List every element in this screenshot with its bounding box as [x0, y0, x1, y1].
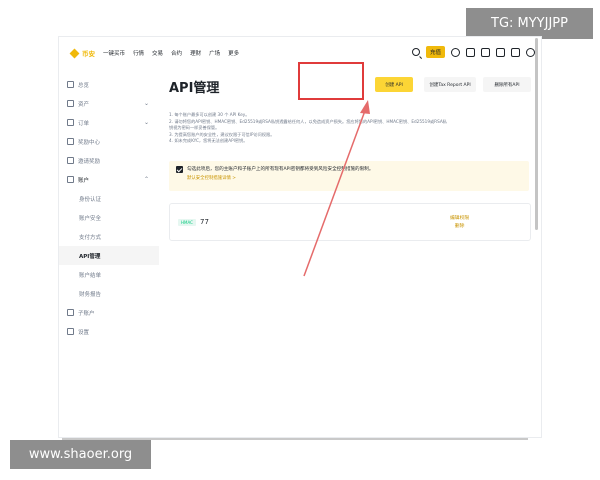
invite-icon [67, 157, 74, 164]
sidebar-item-assets[interactable]: 资产 ⌄ [59, 94, 159, 113]
nav-trade[interactable]: 交易 [152, 49, 163, 57]
api-type-badge: HMAC [178, 219, 196, 226]
sidebar-item-referral[interactable]: 邀请奖励 [59, 151, 159, 170]
tg-watermark: TG: MYYJJPP [466, 8, 593, 39]
brand-name: 币安 [82, 50, 95, 58]
note-line: 4. 如未完成KYC，您将无法创建API密钥。 [169, 138, 248, 143]
sidebar-item-statements[interactable]: 账户结单 [59, 265, 159, 284]
alert-text: 勾选此项后，您的主账户和子账户上的所有现有API密钥都将受到风险安全控制措施的限… [187, 167, 374, 172]
scrollbar[interactable] [535, 38, 538, 230]
sidebar-item-overview[interactable]: 总览 [59, 75, 159, 94]
api-key-card: HMAC 77 编辑权限 删除 [169, 203, 531, 241]
profile-icon[interactable] [451, 47, 460, 57]
sidebar-item-subaccount[interactable]: 子账户 [59, 303, 159, 322]
download-icon[interactable] [496, 47, 505, 57]
sidebar-item-settings[interactable]: 设置 [59, 322, 159, 341]
chevron-down-icon: ⌄ [143, 100, 149, 107]
security-details-link[interactable]: 默认安全控制措施详情 > [187, 175, 236, 181]
chevron-up-icon: ⌃ [143, 176, 149, 183]
sidebar-item-payment[interactable]: 支付方式 [59, 227, 159, 246]
sidebar-item-account[interactable]: 账户 ⌃ [59, 170, 159, 189]
home-icon [67, 81, 74, 88]
subaccount-icon [67, 309, 74, 316]
sidebar-item-api-management[interactable]: API管理 [59, 246, 159, 265]
header-tools: 充值 [411, 46, 535, 58]
settings-icon [67, 328, 74, 335]
nav-square[interactable]: 广场 [209, 49, 220, 57]
sidebar-item-rewards[interactable]: 奖励中心 [59, 132, 159, 151]
nav-futures[interactable]: 合约 [171, 49, 182, 57]
nav-earn[interactable]: 理财 [190, 49, 201, 57]
api-notes: 1. 每个账户最多可以创建 30 个 API Key。 2. 请勿将您的API密… [169, 112, 539, 145]
sidebar-item-orders[interactable]: 订单 ⌄ [59, 113, 159, 132]
reward-icon [67, 138, 74, 145]
site-watermark: www.shaoer.org [10, 440, 151, 469]
sidebar-item-identity[interactable]: 身份认证 [59, 189, 159, 208]
delete-all-api-button[interactable]: 删除所有API [483, 77, 531, 92]
wallet-icon [67, 100, 74, 107]
theme-toggle-icon[interactable] [526, 47, 535, 57]
page-title: API管理 [169, 81, 220, 96]
sidebar: 总览 资产 ⌄ 订单 ⌄ 奖励中心 邀请奖励 账户 ⌃ 身份认证 账户安全 支付方式 … [59, 75, 159, 341]
notification-icon[interactable] [481, 47, 490, 57]
create-tax-report-api-button[interactable]: 创建Tax Report API [424, 77, 476, 92]
horizontal-scrollbar[interactable] [62, 438, 528, 440]
api-key-name: 77 [200, 218, 209, 226]
delete-api-link[interactable]: 删除 [450, 223, 469, 231]
binance-logo-icon [69, 48, 80, 59]
chevron-down-icon: ⌄ [143, 119, 149, 126]
sidebar-item-security[interactable]: 账户安全 [59, 208, 159, 227]
security-control-checkbox[interactable] [176, 166, 183, 173]
api-actions: 编辑权限 删除 [450, 215, 469, 231]
language-icon[interactable] [511, 47, 520, 57]
security-control-alert: 勾选此项后，您的主账户和子账户上的所有现有API密钥都将受到风险安全控制措施的限… [169, 161, 529, 191]
wallet-icon[interactable] [466, 47, 475, 57]
brand-logo[interactable]: 币安 [69, 48, 95, 59]
user-icon [67, 176, 74, 183]
create-api-button[interactable]: 创建 API [375, 77, 413, 92]
edit-permissions-link[interactable]: 编辑权限 [450, 215, 469, 223]
search-icon[interactable] [411, 48, 420, 56]
deposit-button[interactable]: 充值 [425, 46, 445, 58]
main-nav: 一键买币 行情 交易 合约 理财 广场 更多 [103, 49, 247, 57]
nav-markets[interactable]: 行情 [133, 49, 144, 57]
sidebar-item-reports[interactable]: 财务报告 [59, 284, 159, 303]
nav-buy-crypto[interactable]: 一键买币 [103, 49, 125, 57]
nav-more[interactable]: 更多 [228, 49, 239, 57]
order-icon [67, 119, 74, 126]
create-api-highlight-box [298, 62, 364, 100]
